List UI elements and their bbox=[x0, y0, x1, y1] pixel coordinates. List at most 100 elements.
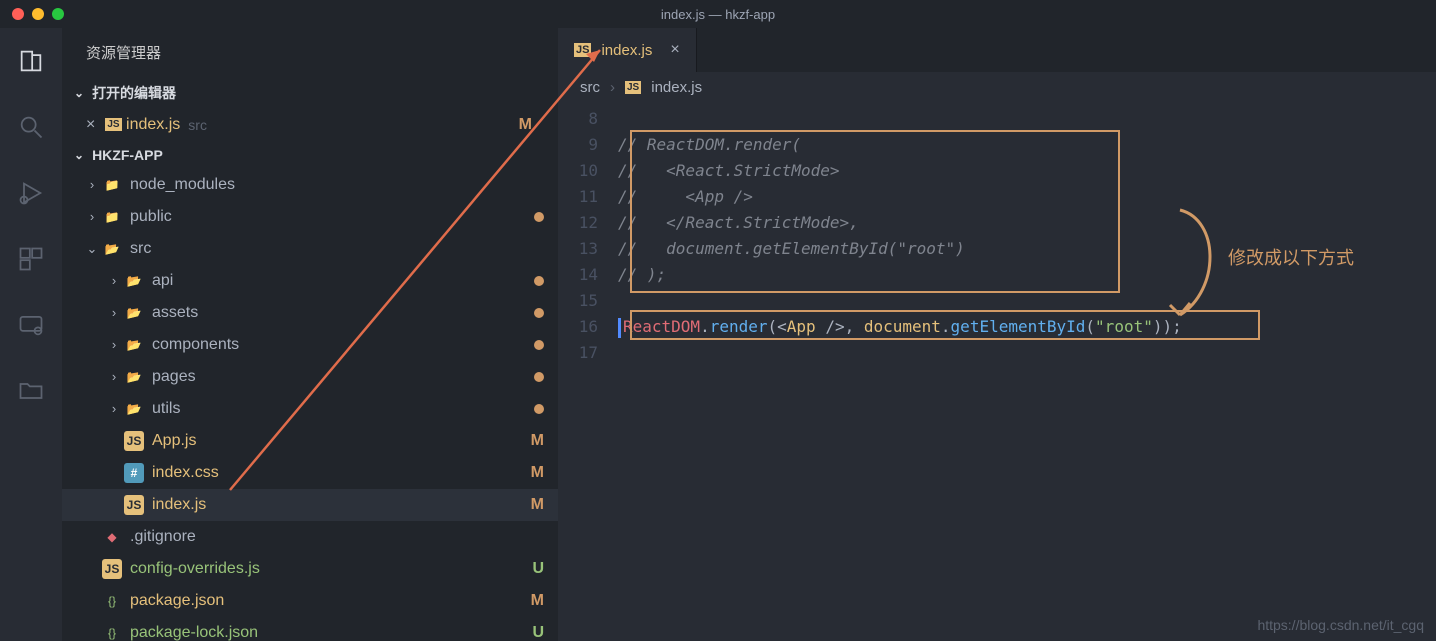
tree-item-package-lock-json[interactable]: {} package-lock.jsonU bbox=[62, 617, 558, 641]
tree-item-public[interactable]: ›📁public bbox=[62, 201, 558, 233]
annotation-text: 修改成以下方式 bbox=[1228, 244, 1354, 270]
code-line[interactable]: 12// </React.StrictMode>, bbox=[558, 210, 1436, 236]
close-icon[interactable]: × bbox=[86, 116, 95, 134]
debug-icon[interactable] bbox=[16, 178, 46, 208]
project-section[interactable]: ⌄ HKZF-APP bbox=[62, 141, 558, 169]
tree-item-label: public bbox=[130, 208, 534, 226]
code-line[interactable]: 15 bbox=[558, 288, 1436, 314]
open-editor-path: src bbox=[188, 117, 207, 133]
title-bar: index.js — hkzf-app bbox=[0, 0, 1436, 28]
remote-icon[interactable] bbox=[16, 310, 46, 340]
line-number: 10 bbox=[558, 158, 618, 184]
close-icon[interactable]: × bbox=[670, 41, 679, 59]
explorer-icon[interactable] bbox=[16, 46, 46, 76]
code-line[interactable]: 9// ReactDOM.render( bbox=[558, 132, 1436, 158]
line-number: 12 bbox=[558, 210, 618, 236]
code-line[interactable]: 16ReactDOM.render(<App />, document.getE… bbox=[558, 314, 1436, 340]
modified-dot-icon bbox=[534, 276, 544, 286]
code-editor[interactable]: 8 9// ReactDOM.render(10// <React.Strict… bbox=[558, 102, 1436, 366]
tab-bar: JS index.js × bbox=[558, 28, 1436, 72]
close-window-button[interactable] bbox=[12, 8, 24, 20]
git-status-marker: M bbox=[531, 432, 544, 450]
line-content: // <App /> bbox=[618, 184, 1436, 210]
tree-item-utils[interactable]: ›📂utils bbox=[62, 393, 558, 425]
folder-open-icon: 📂 bbox=[124, 367, 144, 387]
git-status-marker: M bbox=[531, 496, 544, 514]
search-icon[interactable] bbox=[16, 112, 46, 142]
modified-dot-icon bbox=[534, 212, 544, 222]
open-editor-item[interactable]: × JS index.js src M bbox=[62, 109, 558, 141]
code-line[interactable]: 17 bbox=[558, 340, 1436, 366]
tree-item--gitignore[interactable]: ◆.gitignore bbox=[62, 521, 558, 553]
tree-item-assets[interactable]: ›📂assets bbox=[62, 297, 558, 329]
chevron-icon: › bbox=[104, 305, 124, 320]
tree-item-label: App.js bbox=[152, 432, 531, 450]
tree-item-index-js[interactable]: JSindex.jsM bbox=[62, 489, 558, 521]
folder-open-icon: 📂 bbox=[124, 399, 144, 419]
js-file-icon: JS bbox=[574, 43, 591, 57]
line-number: 16 bbox=[558, 314, 618, 340]
tab-index-js[interactable]: JS index.js × bbox=[558, 28, 697, 72]
tree-item-label: package-lock.json bbox=[130, 624, 532, 641]
tree-item-config-overrides-js[interactable]: JS config-overrides.jsU bbox=[62, 553, 558, 585]
editor-area: JS index.js × src › JS index.js 8 9// Re… bbox=[558, 28, 1436, 641]
maximize-window-button[interactable] bbox=[52, 8, 64, 20]
breadcrumb-folder[interactable]: src bbox=[580, 79, 600, 96]
js-file-icon: JS bbox=[102, 559, 122, 579]
tree-item-label: package.json bbox=[130, 592, 531, 610]
tree-item-App-js[interactable]: JS App.jsM bbox=[62, 425, 558, 457]
json-file-icon: {} bbox=[102, 591, 122, 611]
breadcrumb[interactable]: src › JS index.js bbox=[558, 72, 1436, 102]
tree-item-label: index.css bbox=[152, 464, 531, 482]
open-editors-section[interactable]: ⌄ 打开的编辑器 bbox=[62, 77, 558, 109]
tree-item-src[interactable]: ⌄📂src bbox=[62, 233, 558, 265]
chevron-icon: › bbox=[104, 273, 124, 288]
tree-item-label: utils bbox=[152, 400, 534, 418]
json-file-icon: {} bbox=[102, 623, 122, 641]
line-content: // </React.StrictMode>, bbox=[618, 210, 1436, 236]
chevron-icon: › bbox=[104, 337, 124, 352]
code-line[interactable]: 11// <App /> bbox=[558, 184, 1436, 210]
tree-item-label: config-overrides.js bbox=[130, 560, 532, 578]
line-number: 14 bbox=[558, 262, 618, 288]
tree-item-label: .gitignore bbox=[130, 528, 544, 546]
line-number: 17 bbox=[558, 340, 618, 366]
modified-dot-icon bbox=[534, 340, 544, 350]
chevron-right-icon: › bbox=[610, 79, 615, 96]
tree-item-label: pages bbox=[152, 368, 534, 386]
js-file-icon: JS bbox=[625, 81, 641, 94]
folder-icon[interactable] bbox=[16, 376, 46, 406]
git-status-marker: U bbox=[532, 624, 544, 641]
extensions-icon[interactable] bbox=[16, 244, 46, 274]
js-file-icon: JS bbox=[124, 431, 144, 451]
tree-item-node_modules[interactable]: ›📁node_modules bbox=[62, 169, 558, 201]
tree-item-pages[interactable]: ›📂 pages bbox=[62, 361, 558, 393]
tree-item-label: api bbox=[152, 272, 534, 290]
line-content bbox=[618, 106, 1436, 132]
code-line[interactable]: 8 bbox=[558, 106, 1436, 132]
minimize-window-button[interactable] bbox=[32, 8, 44, 20]
line-content: // <React.StrictMode> bbox=[618, 158, 1436, 184]
sidebar-header: 资源管理器 bbox=[62, 28, 558, 77]
breadcrumb-file[interactable]: index.js bbox=[651, 79, 702, 96]
code-line[interactable]: 10// <React.StrictMode> bbox=[558, 158, 1436, 184]
tree-item-label: src bbox=[130, 240, 544, 258]
tree-item-label: node_modules bbox=[130, 176, 544, 194]
line-number: 13 bbox=[558, 236, 618, 262]
chevron-icon: › bbox=[104, 369, 124, 384]
open-editor-filename: index.js bbox=[126, 116, 180, 134]
js-file-icon: JS bbox=[105, 118, 121, 131]
tree-item-components[interactable]: ›📂components bbox=[62, 329, 558, 361]
folder-open-icon: 📂 bbox=[124, 271, 144, 291]
chevron-icon: › bbox=[82, 209, 102, 224]
window-controls bbox=[12, 8, 64, 20]
tree-item-index-css[interactable]: #index.cssM bbox=[62, 457, 558, 489]
git-status-marker: U bbox=[532, 560, 544, 578]
tree-item-package-json[interactable]: {} package.jsonM bbox=[62, 585, 558, 617]
line-number: 15 bbox=[558, 288, 618, 314]
line-content: ReactDOM.render(<App />, document.getEle… bbox=[618, 314, 1436, 340]
tree-item-api[interactable]: ›📂 api bbox=[62, 265, 558, 297]
git-status-marker: M bbox=[531, 592, 544, 610]
chevron-icon: › bbox=[82, 177, 102, 192]
chevron-down-icon: ⌄ bbox=[74, 86, 84, 100]
